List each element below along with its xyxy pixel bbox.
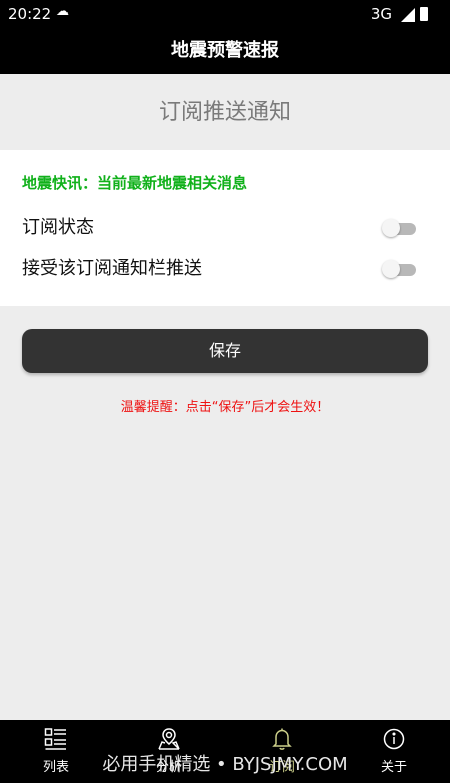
notice-text: 地震快讯：当前最新地震相关消息	[22, 174, 248, 192]
map-pin-icon	[158, 728, 180, 750]
notification-push-row: 接受该订阅通知栏推送	[22, 255, 428, 283]
list-icon	[44, 728, 66, 750]
save-warning: 温馨提醒：点击“保存”后才会生效！	[120, 400, 330, 415]
signal-icon	[401, 8, 415, 22]
notification-push-toggle[interactable]	[382, 260, 416, 278]
subscribe-status-label: 订阅状态	[22, 217, 94, 238]
info-icon	[383, 728, 405, 750]
toggle-thumb	[382, 219, 400, 237]
app-title: 地震预警速报	[171, 40, 279, 61]
status-time: 20:22	[8, 5, 52, 23]
battery-icon	[420, 7, 428, 21]
subscribe-status-row: 订阅状态	[22, 214, 428, 242]
watermark: 必用手机精选 • BYJSJMY.COM	[102, 754, 348, 775]
weather-cloud-icon: ☁	[56, 4, 69, 19]
notification-push-label: 接受该订阅通知栏推送	[22, 258, 202, 279]
app-bar: 地震预警速报	[0, 28, 450, 74]
page-heading: 订阅推送通知	[158, 100, 291, 125]
network-type: 3G	[370, 5, 392, 23]
save-button[interactable]: 保存	[22, 329, 428, 373]
toggle-thumb	[382, 260, 400, 278]
status-bar: 20:22 ☁ 3G	[0, 0, 450, 28]
subscribe-status-toggle[interactable]	[382, 219, 416, 237]
bell-icon	[272, 728, 292, 750]
settings-card: 地震快讯：当前最新地震相关消息 订阅状态 接受该订阅通知栏推送	[0, 150, 450, 306]
